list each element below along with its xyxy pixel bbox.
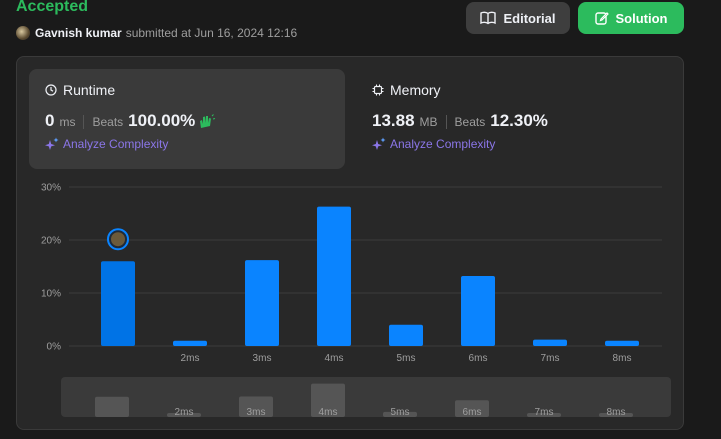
minimap-x-label: 7ms bbox=[535, 407, 554, 417]
chart-minimap[interactable]: 2ms 3ms 4ms 5ms 6ms 7ms 8ms bbox=[61, 377, 671, 417]
chart-bar[interactable] bbox=[533, 339, 567, 346]
editorial-label: Editorial bbox=[503, 10, 556, 26]
x-tick-label: 2ms bbox=[181, 353, 200, 364]
user-marker[interactable] bbox=[107, 228, 129, 251]
minimap-x-label: 5ms bbox=[391, 407, 410, 417]
avatar bbox=[111, 232, 125, 247]
minimap-x-label: 2ms bbox=[175, 407, 194, 417]
y-tick-label: 10% bbox=[41, 289, 61, 300]
minimap-bars: 2ms 3ms 4ms 5ms 6ms 7ms 8ms bbox=[95, 383, 633, 417]
y-tick-label: 30% bbox=[41, 183, 61, 194]
chart-bar[interactable] bbox=[101, 261, 135, 346]
minimap-bar bbox=[95, 396, 129, 417]
chart-bar[interactable] bbox=[245, 260, 279, 346]
minimap-x-label: 6ms bbox=[463, 407, 482, 417]
chart-x-labels: 2ms 3ms 4ms 5ms 6ms 7ms 8ms bbox=[181, 353, 632, 364]
y-tick-label: 20% bbox=[41, 236, 61, 247]
minimap-x-label: 8ms bbox=[607, 407, 626, 417]
x-tick-label: 6ms bbox=[469, 353, 488, 364]
x-tick-label: 8ms bbox=[613, 353, 632, 364]
x-tick-label: 3ms bbox=[253, 353, 272, 364]
runtime-distribution-chart: 0% 10% 20% 30% 2ms 3ms 4ms 5ms 6ms 7ms 8ms bbox=[41, 183, 662, 364]
author-name[interactable]: Gavnish kumar bbox=[35, 26, 122, 40]
x-tick-label: 7ms bbox=[541, 353, 560, 364]
submission-meta: Gavnish kumar submitted at Jun 16, 2024 … bbox=[16, 25, 297, 41]
chart-bar[interactable] bbox=[173, 340, 207, 346]
avatar[interactable] bbox=[16, 26, 30, 40]
chart-bar[interactable] bbox=[389, 324, 423, 346]
submission-status: Accepted bbox=[16, 0, 89, 15]
y-tick-label: 0% bbox=[47, 342, 62, 353]
submitted-time: submitted at Jun 16, 2024 12:16 bbox=[125, 26, 298, 40]
chart-bar[interactable] bbox=[317, 206, 351, 346]
solution-label: Solution bbox=[615, 10, 668, 26]
minimap-x-label: 3ms bbox=[247, 407, 266, 417]
chart-bars bbox=[101, 206, 639, 346]
minimap-x-label: 4ms bbox=[319, 407, 338, 417]
edit-icon bbox=[594, 12, 609, 25]
chart-bar[interactable] bbox=[605, 340, 639, 346]
x-tick-label: 4ms bbox=[325, 353, 344, 364]
editorial-button[interactable]: Editorial bbox=[466, 2, 570, 34]
solution-button[interactable]: Solution bbox=[578, 2, 684, 34]
chart-bar[interactable] bbox=[461, 276, 495, 346]
result-panel: Runtime 0 ms Beats 100.00% Analyze Compl… bbox=[16, 56, 684, 430]
x-tick-label: 5ms bbox=[397, 353, 416, 364]
book-open-icon bbox=[480, 11, 497, 25]
